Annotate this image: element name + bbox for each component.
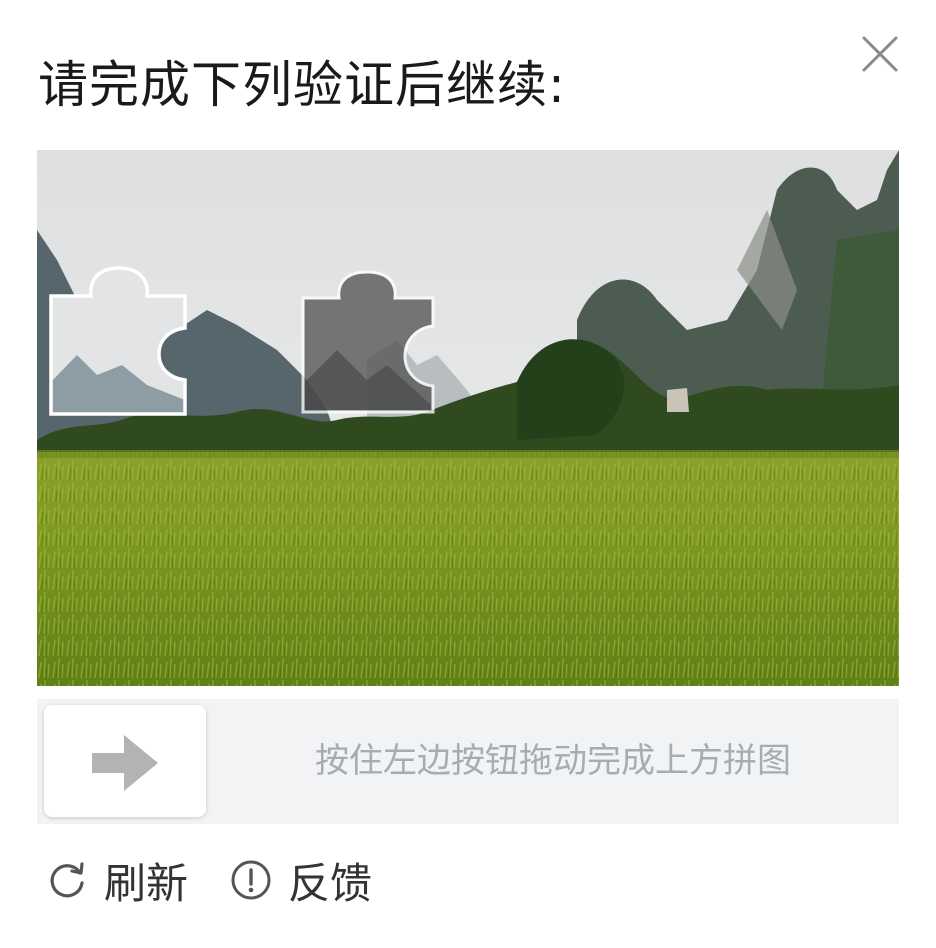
feedback-label: 反馈	[288, 858, 373, 908]
captcha-image	[37, 150, 899, 686]
dialog-title: 请完成下列验证后继续:	[38, 56, 566, 114]
close-button[interactable]	[856, 30, 904, 78]
refresh-label: 刷新	[104, 858, 189, 908]
info-circle-icon	[231, 860, 271, 900]
feedback-button[interactable]: 反馈	[230, 850, 372, 911]
landscape-image	[37, 150, 899, 686]
arrow-right-icon	[92, 735, 158, 791]
captcha-footer: 刷新 反馈	[46, 850, 414, 910]
refresh-icon	[50, 862, 84, 898]
captcha-dialog: 请完成下列验证后继续: 按住左边按钮拖动完成上方拼图 刷新 反馈	[0, 0, 936, 948]
slider-hint-text: 按住左边按钮拖动完成上方拼图	[315, 741, 791, 781]
close-icon	[862, 36, 898, 72]
slider-handle[interactable]	[44, 705, 206, 817]
refresh-button[interactable]: 刷新	[46, 850, 188, 911]
slider-track: 按住左边按钮拖动完成上方拼图	[37, 699, 899, 824]
